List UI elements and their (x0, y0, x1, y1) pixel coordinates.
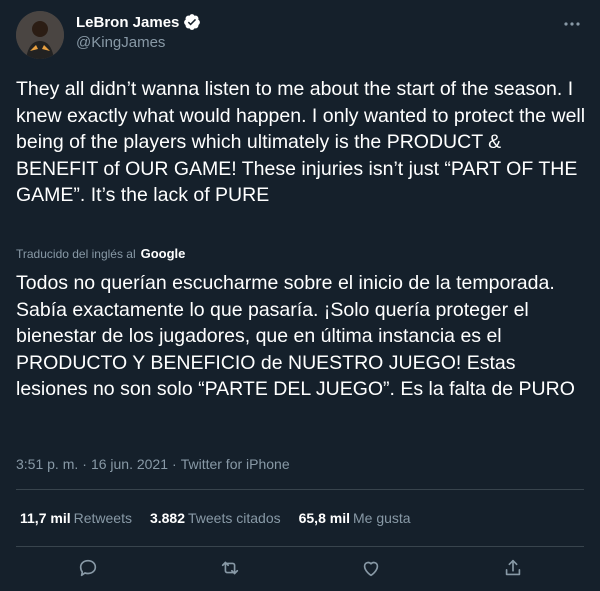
tweet-stats: 11,7 mil Retweets 3.882 Tweets citados 65,… (20, 510, 411, 526)
divider (16, 489, 584, 490)
quotes-count: 3.882 (149, 510, 185, 526)
google-logo: Google (140, 246, 186, 261)
tweet-source[interactable]: Twitter for iPhone (181, 456, 290, 472)
likes-label: Me gusta (352, 510, 411, 526)
translated-text: Todos no querían escucharme sobre el ini… (16, 272, 575, 400)
quotes-label: Tweets citados (188, 510, 281, 526)
retweets-count: 11,7 mil (20, 510, 71, 526)
likes-stat[interactable]: 65,8 mil Me gusta (299, 510, 411, 526)
tweet-meta: 3:51 p. m. · 16 jun. 2021 · Twitter for iPho… (16, 456, 290, 472)
tweet-actions (0, 550, 600, 586)
more-icon[interactable] (560, 14, 584, 34)
like-icon[interactable] (357, 554, 385, 582)
divider (16, 546, 584, 547)
likes-count: 65,8 mil (298, 510, 350, 526)
quotes-stat[interactable]: 3.882 Tweets citados (150, 510, 281, 526)
avatar[interactable] (16, 11, 64, 59)
author-handle[interactable]: @KingJames (76, 34, 165, 51)
reply-icon[interactable] (74, 554, 102, 582)
translation-label: Traducido del inglés al (16, 246, 136, 261)
tweet-text: They all didn’t wanna listen to me about… (16, 78, 586, 206)
tweet-date[interactable]: 16 jun. 2021 (91, 456, 168, 472)
separator: · (172, 456, 177, 472)
author-name[interactable]: LeBron James (76, 14, 179, 31)
verified-badge-icon (183, 13, 201, 31)
retweet-icon[interactable] (216, 554, 244, 582)
separator: · (82, 456, 87, 472)
retweets-label: Retweets (73, 510, 132, 526)
translation-attribution: Traducido del inglés al Google (16, 246, 185, 261)
share-icon[interactable] (499, 554, 527, 582)
tweet-time[interactable]: 3:51 p. m. (16, 456, 78, 472)
retweets-stat[interactable]: 11,7 mil Retweets (20, 510, 132, 526)
